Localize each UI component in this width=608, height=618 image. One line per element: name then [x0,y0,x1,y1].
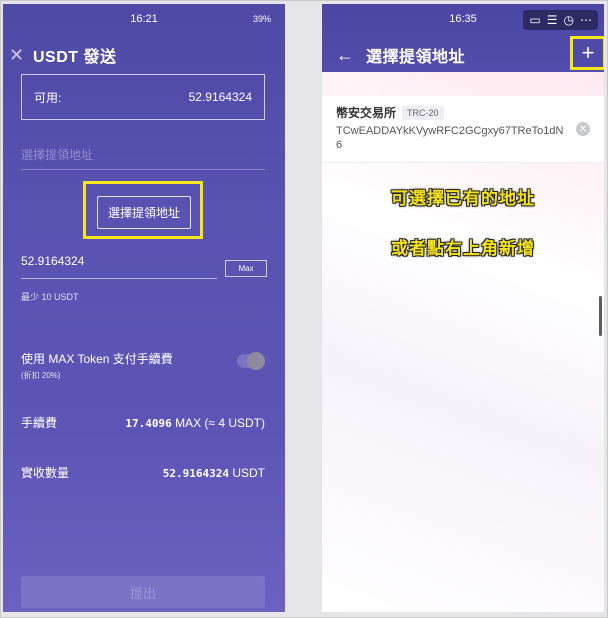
withdraw-button[interactable]: 提出 [21,576,265,608]
close-icon[interactable]: ✕ [9,45,33,66]
receive-row: 實收數量 52.9164324 USDT [21,464,265,481]
fee-toggle-discount: (折扣 20%) [21,371,61,380]
status-bar: 16:21 39% [3,4,285,34]
scrollbar[interactable] [599,296,602,336]
page-title: USDT 發送 [33,49,117,66]
max-token-toggle[interactable] [237,352,265,370]
clock-icon[interactable]: ◷ [564,13,574,27]
overlay-toolbar: ▭ ☰ ◷ ⋯ [523,10,598,30]
status-time: 16:21 [130,13,158,25]
address-text: TCwEADDAYkKVywRFC2GCgxy67TReTo1dN6 [336,125,564,151]
page-title: 選擇提領地址 [366,49,466,66]
receive-unit: USDT [232,465,265,480]
select-address-screen: 16:35 ▭ ☰ ◷ ⋯ ← 選擇提領地址 + 幣安交易所 TRC-20 TC… [322,4,604,612]
status-time: 16:35 [449,13,477,25]
fee-unit: MAX (≈ 4 USDT) [175,415,265,430]
plus-icon[interactable]: + [570,36,604,70]
header: ✕ USDT 發送 [3,40,285,70]
delete-icon[interactable]: ✕ [576,122,590,136]
chat-icon[interactable]: ▭ [529,13,540,27]
fee-toggle-title: 使用 MAX Token 支付手續費 [21,352,173,366]
header: 16:35 ▭ ☰ ◷ ⋯ ← 選擇提領地址 [322,4,604,72]
annotation-line2: 或者點右上角新增 [391,239,535,258]
minimum-amount: 最少 10 USDT [21,292,79,302]
max-button[interactable]: Max [225,260,267,277]
send-screen: 16:21 39% ✕ USDT 發送 可用: 52.9164324 選擇提領地… [3,4,285,612]
address-input[interactable]: 選擇提領地址 [21,142,265,170]
available-label: 可用: [34,90,62,105]
more-icon[interactable]: ⋯ [580,13,592,27]
battery-level: 39% [252,14,271,24]
fee-row: 手續費 17.4096 MAX (≈ 4 USDT) [21,414,265,431]
back-arrow-icon[interactable]: ← [336,45,366,66]
fee-label: 手續費 [21,416,58,430]
receive-value: 52.9164324 [162,466,229,480]
address-list-item[interactable]: 幣安交易所 TRC-20 TCwEADDAYkKVywRFC2GCgxy67TR… [322,96,604,163]
fee-value: 17.4096 [125,416,172,430]
receive-label: 實收數量 [21,466,70,480]
fee-toggle-label: 使用 MAX Token 支付手續費 (折扣 20%) [21,350,173,381]
available-balance: 可用: 52.9164324 [21,74,265,120]
available-value: 52.9164324 [188,90,252,104]
address-name: 幣安交易所 [336,106,397,120]
amount-input[interactable]: 52.9164324 [21,254,217,279]
select-address-button[interactable]: 選擇提領地址 [97,196,191,229]
annotation-line1: 可選擇已有的地址 [391,189,535,208]
network-badge: TRC-20 [402,105,444,120]
toggle-knob [247,352,265,370]
menu-icon[interactable]: ☰ [547,13,558,27]
